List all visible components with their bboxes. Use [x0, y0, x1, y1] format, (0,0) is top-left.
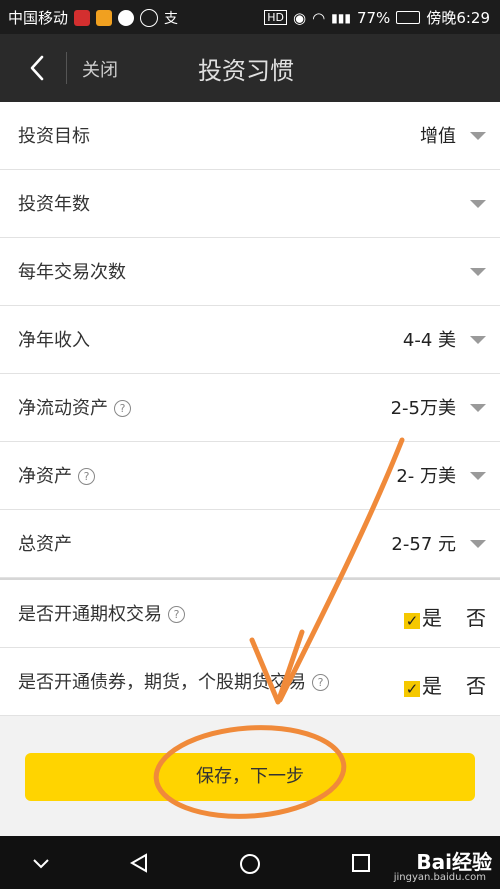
- investment-goal-row[interactable]: 投资目标 增值: [0, 102, 500, 170]
- hd-icon: HD: [264, 10, 287, 25]
- hide-keyboard-icon[interactable]: [30, 852, 52, 874]
- help-icon[interactable]: ?: [78, 468, 95, 485]
- help-icon[interactable]: ?: [114, 400, 131, 417]
- bonds-no-checkbox[interactable]: 否: [466, 670, 486, 699]
- battery-icon: [396, 11, 421, 24]
- options-no-checkbox[interactable]: 否: [466, 602, 486, 631]
- status-bar: 中国移动 支 HD ◉ ◠ ▮▮▮ 77% 傍晚6:29: [0, 0, 500, 34]
- bonds-futures-label: 是否开通债券，期货，个股期货交易: [18, 672, 306, 693]
- dropdown-arrow-icon[interactable]: [470, 132, 486, 140]
- wifi-icon: ◠: [312, 8, 326, 27]
- help-icon[interactable]: ?: [168, 606, 185, 623]
- total-assets-row[interactable]: 总资产 2-57 元: [0, 510, 500, 578]
- alipay-icon: 支: [164, 10, 179, 27]
- options-yes-label: 是: [422, 606, 442, 630]
- bonds-yes-checkbox[interactable]: ✓ 是: [404, 670, 442, 699]
- recents-icon[interactable]: [350, 852, 372, 874]
- bonds-yes-label: 是: [422, 674, 442, 698]
- total-assets-label: 总资产: [18, 534, 72, 555]
- dropdown-arrow-icon[interactable]: [470, 540, 486, 548]
- options-trading-row: 是否开通期权交易? ✓ 是 否: [0, 578, 500, 648]
- dropdown-arrow-icon[interactable]: [470, 200, 486, 208]
- checkmark-icon: ✓: [404, 612, 420, 630]
- trades-per-year-row[interactable]: 每年交易次数: [0, 238, 500, 306]
- app-notification-icon: [74, 9, 91, 26]
- investment-goal-value: 增值: [420, 126, 456, 147]
- carrier-label: 中国移动: [8, 9, 69, 27]
- checkmark-icon: ✓: [404, 680, 420, 698]
- help-icon[interactable]: ?: [312, 674, 329, 691]
- home-icon[interactable]: [238, 852, 262, 876]
- back-icon[interactable]: [128, 852, 150, 874]
- nav-divider: [66, 52, 67, 84]
- eye-icon: ◉: [292, 8, 307, 27]
- investment-years-row[interactable]: 投资年数: [0, 170, 500, 238]
- options-trading-label: 是否开通期权交易: [18, 604, 162, 625]
- navigation-bar: 关闭 投资习惯: [0, 34, 500, 102]
- net-annual-income-label: 净年收入: [18, 330, 90, 351]
- close-button[interactable]: 关闭: [82, 56, 118, 82]
- options-no-label: 否: [466, 606, 486, 630]
- net-liquid-assets-value: 2-5万美: [390, 398, 456, 419]
- net-annual-income-row[interactable]: 净年收入 4-4 美: [0, 306, 500, 374]
- dropdown-arrow-icon[interactable]: [470, 268, 486, 276]
- investment-years-label: 投资年数: [18, 194, 90, 215]
- back-arrow-icon[interactable]: [26, 54, 50, 82]
- save-next-button[interactable]: 保存，下一步: [25, 753, 475, 801]
- baidu-watermark-url: jingyan.baidu.com: [393, 872, 486, 883]
- app-icon: [140, 8, 159, 27]
- weibo-icon: [96, 9, 113, 26]
- dropdown-arrow-icon[interactable]: [470, 336, 486, 344]
- investment-goal-label: 投资目标: [18, 126, 90, 147]
- footer: 保存，下一步: [0, 716, 500, 836]
- baidu-watermark: Bai经验: [416, 850, 492, 874]
- options-yes-checkbox[interactable]: ✓ 是: [404, 602, 442, 631]
- clock: 傍晚6:29: [426, 9, 490, 27]
- dropdown-arrow-icon[interactable]: [470, 404, 486, 412]
- dropdown-arrow-icon[interactable]: [470, 472, 486, 480]
- investment-habits-form: 投资目标 增值 投资年数 每年交易次数 净年收入 4-4 美 净流动资产? 2-…: [0, 102, 500, 716]
- net-annual-income-value: 4-4 美: [402, 330, 456, 351]
- battery-percent: 77%: [356, 8, 391, 27]
- trades-per-year-label: 每年交易次数: [18, 262, 126, 283]
- signal-icon: ▮▮▮: [331, 10, 351, 25]
- net-assets-value: 2- 万美: [396, 466, 456, 487]
- net-assets-label: 净资产: [18, 466, 72, 487]
- net-liquid-assets-row[interactable]: 净流动资产? 2-5万美: [0, 374, 500, 442]
- net-assets-row[interactable]: 净资产? 2- 万美: [0, 442, 500, 510]
- bonds-futures-row: 是否开通债券，期货，个股期货交易? ✓ 是 否: [0, 648, 500, 716]
- total-assets-value: 2-57 元: [391, 534, 456, 555]
- net-liquid-assets-label: 净流动资产: [18, 398, 108, 419]
- bonds-no-label: 否: [466, 674, 486, 698]
- chat-icon: [118, 9, 135, 26]
- page-title: 投资习惯: [198, 57, 294, 85]
